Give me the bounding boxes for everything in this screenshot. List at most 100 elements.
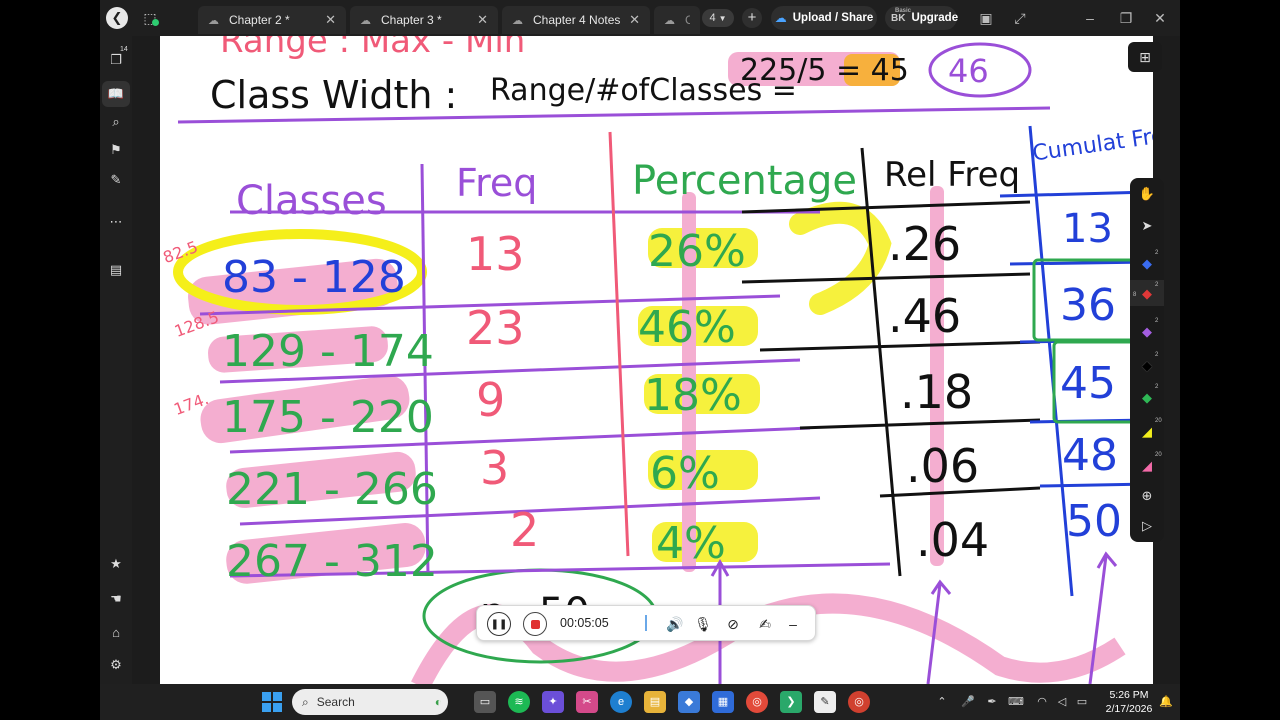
row-2-rel: .46 <box>888 289 961 343</box>
battery-icon[interactable]: ▭ <box>1074 694 1090 710</box>
notes-app-icon[interactable]: ❯ <box>780 691 802 713</box>
chevron-up-icon[interactable]: ⌃ <box>934 694 950 710</box>
upload-label: Upload / Share <box>792 12 874 24</box>
collapse-icon[interactable]: – <box>783 614 803 634</box>
notification-bell-icon[interactable]: 🔔 <box>1158 694 1174 710</box>
chrome-icon[interactable]: ◎ <box>746 691 768 713</box>
pen-list-icon[interactable]: ✎ <box>106 170 126 190</box>
pause-button[interactable]: ❚❚ <box>487 612 511 636</box>
restore-icon[interactable]: ❐ <box>1116 8 1136 28</box>
minimize-icon[interactable]: – <box>1080 8 1100 28</box>
close-icon[interactable]: ✕ <box>477 12 488 28</box>
row-3-class: 175 - 220 <box>222 392 434 443</box>
app-window: ❮ ⬚ ☁ Chapter 2 * ✕ ☁ Chapter 3 * ✕ ☁ Ch… <box>100 0 1180 720</box>
row-2-cum: 36 <box>1060 280 1116 331</box>
handwriting-layer: Range : Max - Min Class Width : Range/#o… <box>161 36 1153 684</box>
layout-grid-icon[interactable]: ⊞ <box>1128 42 1162 72</box>
presenter-icon[interactable]: ▷ <box>1137 516 1157 536</box>
star-icon[interactable]: ★ <box>106 554 126 574</box>
snipping-tool-icon[interactable]: ✂ <box>576 691 598 713</box>
pen-green-icon[interactable]: ◆ <box>1137 388 1157 408</box>
edge-icon[interactable]: e <box>610 691 632 713</box>
mic-muted-icon[interactable]: 🎙 <box>693 614 713 634</box>
stop-icon <box>530 619 540 629</box>
close-icon[interactable]: ✕ <box>629 12 640 28</box>
chrome-profile-icon[interactable]: ◎ <box>848 691 870 713</box>
tab-count: 4 <box>709 12 716 24</box>
pen-tray-icon[interactable]: ✒ <box>984 694 1000 710</box>
row-1-rel: .26 <box>888 217 961 271</box>
row-3-cum: 45 <box>1060 358 1116 409</box>
pointer-tool-icon[interactable]: ➤ <box>1137 216 1157 236</box>
notification-icon[interactable]: ▣ <box>976 8 996 28</box>
pen-black-icon[interactable]: ◆ <box>1137 356 1157 376</box>
task-view-icon[interactable]: ▭ <box>474 691 496 713</box>
bookmark-icon[interactable]: ⚑ <box>106 140 126 160</box>
pen-size: 2 <box>1155 384 1159 390</box>
pen-purple-icon[interactable]: ◆ <box>1137 322 1157 342</box>
upgrade-button[interactable]: Basic BK Upgrade <box>885 6 958 30</box>
hand-tool-icon[interactable]: ✋ <box>1137 184 1157 204</box>
copilot-icon[interactable]: ✦ <box>542 691 564 713</box>
pen-red-icon[interactable]: ◆ <box>1137 284 1157 304</box>
annotate-icon[interactable]: ✍ <box>755 614 775 634</box>
file-explorer-icon[interactable]: ▤ <box>644 691 666 713</box>
more-icon[interactable]: ⋯ <box>106 212 126 232</box>
tab-chapter-3[interactable]: ☁ Chapter 3 * ✕ <box>350 6 498 34</box>
expand-icon[interactable]: ⤢ <box>1010 8 1030 28</box>
clock-date: 2/17/2026 <box>1105 703 1153 715</box>
tab-label: Chapter 2 * <box>229 13 290 27</box>
mic-icon[interactable]: 🎤 <box>960 694 976 710</box>
graduation-cap-icon[interactable]: ⌂ <box>106 623 126 643</box>
row-4-pct: 6% <box>650 448 720 499</box>
header-freq: Freq <box>456 161 537 205</box>
rule-line <box>1009 260 1151 266</box>
rule-line <box>860 147 902 577</box>
settings-icon[interactable]: ⚙ <box>106 655 126 675</box>
notebook-icon[interactable]: 📖 <box>106 84 126 104</box>
plan-badge: Basic <box>895 7 912 14</box>
clipboard-icon[interactable]: ▤ <box>106 260 126 280</box>
pen-size: 2 <box>1155 352 1159 358</box>
tab-chapter-4-notes[interactable]: ☁ Chapter 4 Notes * ✕ <box>502 6 650 34</box>
rule-line <box>799 418 1041 430</box>
taskbar-search[interactable]: ⌕ Search ◐ <box>292 689 448 715</box>
search-placeholder: Search <box>316 695 355 709</box>
new-tab-button[interactable]: + <box>742 8 762 28</box>
keyboard-icon[interactable]: ⌨ <box>1008 694 1024 710</box>
volume-icon[interactable]: ◁ <box>1054 694 1070 710</box>
taskbar-clock[interactable]: 5:26 PM 2/17/2026 <box>1102 688 1156 716</box>
recording-timer: 00:05:05 <box>560 616 609 630</box>
pen-size-active: 8 <box>1133 292 1137 298</box>
close-window-icon[interactable]: ✕ <box>1150 8 1170 28</box>
tab-count-dropdown[interactable]: 4 ▼ <box>702 9 734 27</box>
whiteboard-icon[interactable]: ✎ <box>814 691 836 713</box>
pen-size: 20 <box>1155 418 1162 424</box>
close-icon[interactable]: ✕ <box>325 12 336 28</box>
clock-time: 5:26 PM <box>1109 689 1149 701</box>
upload-share-button[interactable]: ☁ Upload / Share <box>771 6 877 30</box>
search-icon[interactable]: ⌕ <box>106 112 126 132</box>
row-3-pct: 18% <box>644 370 742 421</box>
highlighter-pink-icon[interactable]: ◢ <box>1137 456 1157 476</box>
rule-line <box>608 131 630 557</box>
row-4-rel: .06 <box>906 439 979 493</box>
tab-chapter-2[interactable]: ☁ Chapter 2 * ✕ <box>198 6 346 34</box>
windows-start-icon[interactable] <box>262 692 282 712</box>
stop-button[interactable] <box>523 612 547 636</box>
spotify-icon[interactable]: ≋ <box>508 691 530 713</box>
app-icon[interactable]: ◆ <box>678 691 700 713</box>
speaker-icon[interactable]: 🔊 <box>665 614 685 634</box>
tab-overflow[interactable]: ☁ Chap <box>654 6 700 34</box>
camera-off-icon[interactable]: ⊘ <box>723 614 743 634</box>
highlighter-yellow-icon[interactable]: ◢ <box>1137 422 1157 442</box>
taskbar: ⌕ Search ◐ ▭ ≋ ✦ ✂ e ▤ ◆ ▦ ◎ ❯ ✎ ◎ ⌃ 🎤 ✒… <box>100 684 1180 720</box>
pen-blue-icon[interactable]: ◆ <box>1137 254 1157 274</box>
hand-icon[interactable]: ☚ <box>106 589 126 609</box>
add-tool-icon[interactable]: ⊕ <box>1137 486 1157 506</box>
pages-icon[interactable]: ❐ <box>106 50 126 70</box>
back-icon[interactable]: ❮ <box>106 7 128 29</box>
wifi-icon[interactable]: ◠ <box>1034 694 1050 710</box>
app-icon[interactable]: ▦ <box>712 691 734 713</box>
note-canvas[interactable]: Range : Max - Min Class Width : Range/#o… <box>160 36 1153 684</box>
